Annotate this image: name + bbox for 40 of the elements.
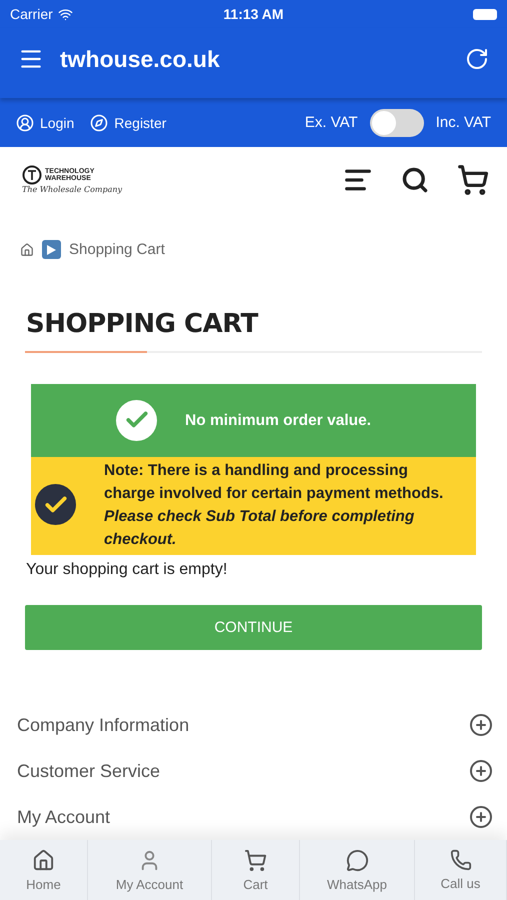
notice-text: No minimum order value.: [185, 410, 372, 431]
battery-icon: [473, 8, 497, 20]
vat-toggle[interactable]: [370, 108, 424, 136]
page-heading: SHOPPING CART: [26, 309, 260, 340]
refresh-icon[interactable]: [465, 47, 489, 71]
nav-tab[interactable]: Call us: [415, 840, 507, 900]
play-icon: [42, 240, 61, 260]
inc-vat-label: Inc. VAT: [436, 114, 491, 131]
phone-icon: [450, 849, 472, 872]
footer-section[interactable]: Customer Service: [17, 748, 493, 794]
footer-section[interactable]: Company Information: [17, 702, 493, 748]
nav-tab[interactable]: Home: [0, 840, 88, 900]
nav-tab[interactable]: WhatsApp: [300, 840, 415, 900]
cart-button[interactable]: [457, 164, 489, 196]
register-link[interactable]: Register: [90, 114, 166, 132]
check-icon: [116, 400, 157, 441]
home-icon[interactable]: [20, 242, 34, 257]
empty-cart-message: Your shopping cart is empty!: [26, 560, 228, 579]
chat-icon: [346, 848, 368, 872]
nav-tab[interactable]: My Account: [88, 840, 212, 900]
cart-icon: [244, 848, 267, 872]
carrier-label: Carrier: [10, 6, 53, 22]
notice-emphasis: Please check Sub Total before completing checkout.: [104, 506, 416, 550]
breadcrumb-current: Shopping Cart: [69, 241, 165, 258]
wifi-icon: [58, 6, 73, 22]
status-time: 11:13 AM: [223, 6, 284, 22]
check-icon: [35, 484, 76, 526]
continue-button[interactable]: CONTINUE: [25, 604, 482, 650]
user-icon: [16, 114, 34, 132]
footer-section[interactable]: My Account: [17, 794, 493, 840]
compass-icon: [90, 114, 108, 132]
logo-emblem-icon: [22, 165, 42, 186]
login-link[interactable]: Login: [16, 114, 74, 132]
notice-text: Note: There is a handling and processing charge involved for certain payment methods.: [104, 460, 444, 504]
site-title: twhouse.co.uk: [60, 46, 221, 72]
home-icon: [32, 848, 55, 872]
search-button[interactable]: [401, 166, 429, 194]
nav-tab[interactable]: Cart: [212, 840, 300, 900]
logo-tagline: The Wholesale Company: [22, 185, 124, 194]
ex-vat-label: Ex. VAT: [304, 114, 358, 131]
